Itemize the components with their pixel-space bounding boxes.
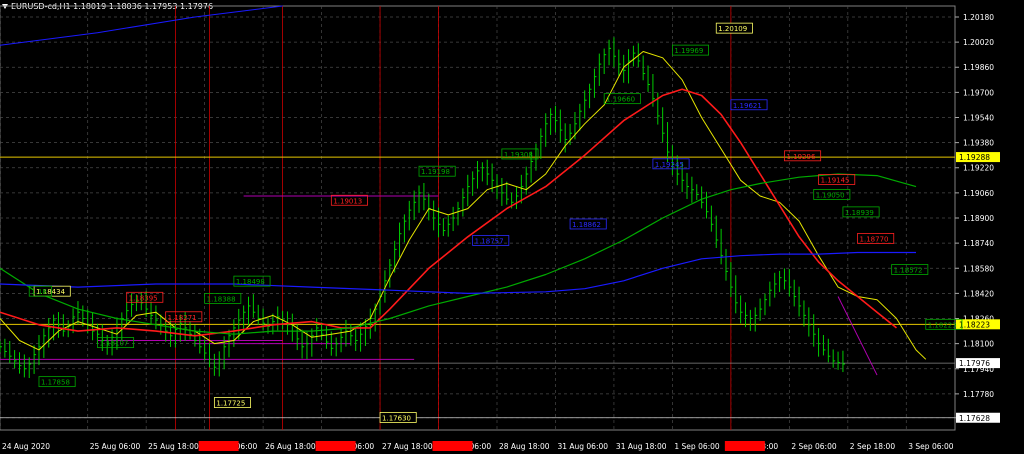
y-tick-label: 1.18420 (963, 289, 994, 298)
level-price-label: 1.18223 (959, 320, 990, 329)
y-tick-label: 1.18740 (963, 239, 994, 248)
x-tick-label: 31 Aug 06:00 (557, 442, 608, 451)
y-tick-label: 1.19060 (963, 189, 994, 198)
x-tick-label: 3 Sep 06:00 (908, 442, 954, 451)
y-tick-label: 1.17780 (963, 390, 994, 399)
price-label-text: 1.18107 (99, 340, 128, 348)
x-tick-label: 27 Aug 18:00 (382, 442, 433, 451)
current-price-label: 1.17976 (959, 359, 990, 368)
y-tick-label: 1.18100 (963, 340, 994, 349)
y-tick-label: 1.20020 (963, 38, 994, 47)
y-tick-label: 1.19860 (963, 63, 994, 72)
price-label-text: 1.18395 (129, 294, 158, 302)
price-label-text: 1.19050 (816, 191, 845, 199)
x-tick-label: 28 Aug 18:00 (499, 442, 550, 451)
price-label-text: 1.18498 (236, 278, 265, 286)
x-tick-label: 2 Sep 06:00 (791, 442, 837, 451)
bottom-price-label: 1.17628 (959, 414, 990, 423)
price-chart[interactable]: 1.20180 1.20020 1.19860 1.19700 1.19540 1.193… (0, 0, 1024, 454)
y-tick-label: 1.18900 (963, 214, 994, 223)
x-axis-highlight (724, 441, 765, 451)
price-label-text: 1.19308 (504, 151, 533, 159)
price-label-text: 1.18572 (894, 267, 923, 275)
price-label-text: 1.19245 (655, 161, 684, 169)
price-label-text: 1.18770 (860, 235, 889, 243)
price-label-text: 1.17858 (41, 379, 70, 387)
price-label-text: 1.18223 (928, 321, 957, 329)
x-tick-label: 31 Aug 18:00 (616, 442, 667, 451)
series-line-early_blue (0, 5, 283, 46)
price-label-text: 1.18757 (475, 237, 504, 245)
x-tick-label: 24 Aug 2020 (2, 442, 50, 451)
x-tick-label: 26 Aug 18:00 (265, 442, 316, 451)
y-tick-label: 1.18580 (963, 264, 994, 273)
price-label-text: 1.18271 (168, 314, 197, 322)
x-tick-label: 1 Sep 06:00 (674, 442, 720, 451)
price-label-text: 1.18862 (572, 221, 601, 229)
x-axis-highlight (198, 441, 239, 451)
y-tick-label: 1.19540 (963, 113, 994, 122)
price-label-text: 1.20109 (718, 25, 747, 33)
x-tick-label: 25 Aug 06:00 (90, 442, 141, 451)
price-label-text: 1.19660 (606, 96, 635, 104)
x-axis-highlight (432, 441, 473, 451)
price-label-text: 1.19198 (421, 168, 450, 176)
x-axis-highlight (315, 441, 356, 451)
level-price-label: 1.19288 (959, 153, 990, 162)
price-label-text: 1.19621 (733, 102, 762, 110)
y-tick-label: 1.20180 (963, 13, 994, 22)
y-tick-label: 1.19220 (963, 164, 994, 173)
x-tick-label: 2 Sep 18:00 (850, 442, 896, 451)
series-line-ma_long (0, 251, 916, 294)
price-label-text: 1.19145 (821, 177, 850, 185)
price-label-text: 1.17725 (216, 400, 245, 408)
price-label-text: 1.19296 (786, 153, 815, 161)
x-tick-label: 25 Aug 18:00 (148, 442, 199, 451)
price-label-text: 1.19969 (674, 47, 703, 55)
y-tick-label: 1.19380 (963, 139, 994, 148)
y-tick-label: 1.19700 (963, 88, 994, 97)
price-label-text: 1.18388 (207, 295, 236, 303)
price-label-text: 1.19013 (333, 197, 362, 205)
price-label-text: 1.18 (31, 288, 47, 296)
price-label-text: 1.18939 (845, 209, 874, 217)
price-label-text: 1.17630 (382, 414, 411, 422)
